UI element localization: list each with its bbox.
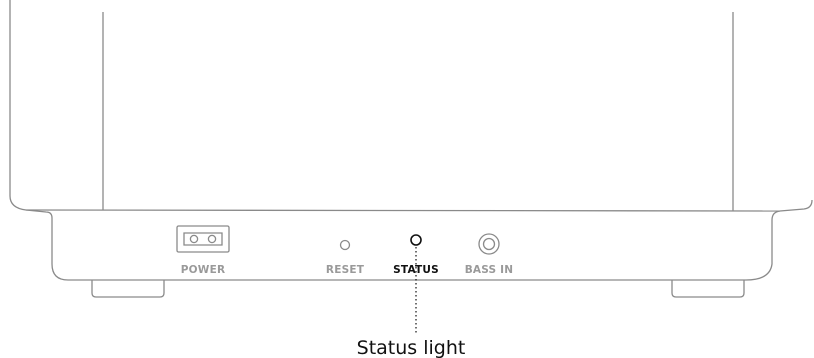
reset-button xyxy=(339,239,351,251)
power-port-outer xyxy=(176,225,230,253)
reset-label: RESET xyxy=(326,264,365,276)
bass-in-inner-ring xyxy=(482,237,496,251)
bass-in-outer-ring xyxy=(478,233,500,255)
power-port xyxy=(176,225,230,253)
power-pin-left xyxy=(189,234,199,244)
status-light xyxy=(410,234,422,246)
feet xyxy=(91,280,745,298)
power-label: POWER xyxy=(181,264,225,276)
speaker-rear-panel-diagram: POWER RESET STATUS BASS IN Status light xyxy=(9,0,813,358)
power-port-inner xyxy=(183,232,223,246)
status-label: STATUS xyxy=(393,264,439,276)
foot-left xyxy=(91,280,165,298)
base-top-edge xyxy=(25,209,781,212)
bass-in-jack xyxy=(478,233,500,255)
power-pin-right xyxy=(207,234,217,244)
bass-in-label: BASS IN xyxy=(465,264,514,276)
foot-right xyxy=(671,280,745,298)
status-light-callout: Status light xyxy=(357,337,466,358)
